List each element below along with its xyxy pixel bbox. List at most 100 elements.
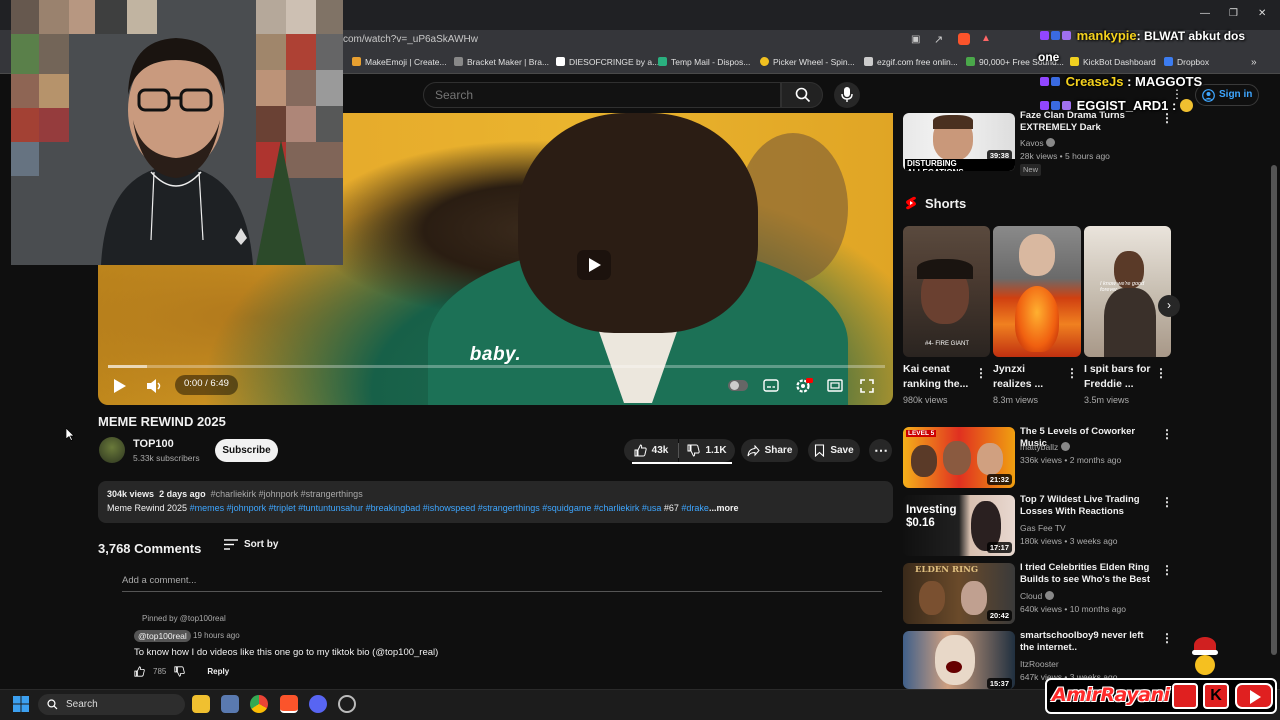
short-title[interactable]: Jynzxi realizes ...	[993, 362, 1063, 392]
play-icon[interactable]	[113, 378, 127, 394]
video-title[interactable]: Top 7 Wildest Live Trading Losses With R…	[1020, 494, 1160, 518]
chat-username: EGGIST_ARD1	[1076, 98, 1169, 113]
fullscreen-icon[interactable]	[860, 379, 874, 393]
short-thumbnail[interactable]: #4- FIRE GIANT	[903, 226, 990, 357]
short-title[interactable]: I spit bars for Freddie ...	[1084, 362, 1154, 392]
description-hashtags[interactable]: #memes #johnpork #triplet #tuntuntunsahu…	[190, 503, 662, 513]
video-title[interactable]: Faze Clan Drama Turns EXTREMELY Dark	[1020, 110, 1160, 134]
video-menu-icon[interactable]: ⋮	[1161, 111, 1173, 125]
captions-icon[interactable]	[763, 379, 779, 392]
file-explorer-icon[interactable]	[192, 695, 210, 713]
description-box[interactable]	[98, 481, 893, 523]
description-hashtag[interactable]: #drake	[681, 503, 709, 513]
save-button[interactable]: Save	[808, 439, 860, 462]
brave-shield-icon[interactable]	[958, 33, 970, 45]
url-text[interactable]: com/watch?v=_uP6aSkAWHw	[343, 34, 478, 45]
bookmarks-overflow-icon[interactable]: »	[1251, 57, 1257, 68]
video-thumbnail[interactable]: LEVEL 5 21:32	[903, 427, 1015, 488]
bookmark-item[interactable]: Temp Mail - Dispos...	[658, 57, 750, 67]
page-scrollbar[interactable]	[1271, 165, 1277, 655]
bookmark-item[interactable]: Dropbox	[1164, 57, 1209, 67]
comment-author[interactable]: @top100real	[134, 630, 191, 642]
add-comment-input[interactable]: Add a comment...	[122, 575, 882, 592]
video-thumbnail[interactable]: 15:37	[903, 631, 1015, 689]
short-menu-icon[interactable]: ⋮	[975, 366, 987, 380]
video-thumbnail[interactable]: DISTURBING ALLEGATIONS 39:38	[903, 113, 1015, 171]
emote-icon	[1179, 99, 1193, 112]
voice-search-button[interactable]	[834, 82, 860, 108]
channel-name[interactable]: Gas Fee TV	[1020, 522, 1066, 534]
top-hashtags[interactable]: #charliekirk #johnpork #strangerthings	[211, 489, 363, 499]
short-menu-icon[interactable]: ⋮	[1066, 366, 1078, 380]
bookmark-item[interactable]: MakeEmoji | Create...	[352, 57, 447, 67]
verified-icon	[1060, 442, 1070, 451]
taskbar-search[interactable]: Search	[38, 694, 185, 715]
settings-gear-icon[interactable]	[795, 377, 813, 395]
shorts-section-title: Shorts	[925, 196, 967, 211]
chat-text: :	[1172, 98, 1177, 113]
video-thumbnail[interactable]: ELDEN RING 20:42	[903, 563, 1015, 624]
search-input[interactable]	[435, 88, 735, 102]
short-menu-icon[interactable]: ⋮	[1155, 366, 1167, 380]
brave-browser-icon[interactable]	[280, 695, 298, 713]
buffer-fill	[108, 365, 147, 368]
share-button[interactable]: Share	[741, 439, 798, 462]
cast-icon[interactable]: ▣	[911, 34, 920, 45]
brave-rewards-icon[interactable]: ▲	[981, 33, 991, 44]
progress-bar[interactable]	[108, 365, 885, 368]
channel-name[interactable]: ItzRooster	[1020, 658, 1059, 670]
bookmark-item[interactable]: Picker Wheel - Spin...	[760, 57, 855, 67]
view-count: 304k views	[107, 489, 155, 499]
comment-like-icon[interactable]	[134, 666, 145, 677]
short-thumbnail[interactable]: I know we're good forever	[1084, 226, 1171, 357]
bookmark-item[interactable]: DIESOFCRINGE by a...	[556, 57, 659, 67]
video-title[interactable]: smartschoolboy9 never left the internet.…	[1020, 630, 1160, 654]
more-link[interactable]: ...more	[709, 503, 739, 513]
search-button[interactable]	[781, 82, 823, 108]
comment-dislike-icon[interactable]	[174, 666, 186, 677]
bookmark-item[interactable]: Bracket Maker | Bra...	[454, 57, 549, 67]
comment-actions: 785 Reply	[134, 666, 229, 677]
share-page-icon[interactable]: ↗	[934, 33, 943, 46]
video-thumbnail[interactable]: Investing $0.16 17:17	[903, 495, 1015, 556]
discord-icon[interactable]	[309, 695, 327, 713]
dislike-button[interactable]: 1.1K	[679, 439, 735, 462]
maximize-icon[interactable]: ❐	[1229, 8, 1238, 19]
channel-name[interactable]: Kavos	[1020, 137, 1055, 149]
comment-time[interactable]: 19 hours ago	[193, 631, 240, 640]
bookmark-item[interactable]: KickBot Dashboard	[1070, 57, 1156, 67]
like-button[interactable]: 43k	[624, 439, 678, 462]
obs-icon[interactable]	[338, 695, 356, 713]
channel-name[interactable]: Cloud	[1020, 590, 1054, 602]
minimize-icon[interactable]: —	[1200, 8, 1210, 19]
comment-like-count: 785	[153, 667, 167, 676]
subscribe-button[interactable]: Subscribe	[215, 439, 278, 462]
windows-start-icon[interactable]	[13, 696, 29, 712]
sign-in-button[interactable]: Sign in	[1195, 84, 1259, 106]
channel-name[interactable]: mattyballz	[1020, 441, 1070, 453]
short-title[interactable]: Kai cenat ranking the...	[903, 362, 973, 392]
play-overlay-icon[interactable]	[577, 250, 611, 280]
video-menu-icon[interactable]: ⋮	[1161, 631, 1173, 645]
close-window-icon[interactable]: ✕	[1258, 8, 1266, 19]
more-actions-button[interactable]: ⋯	[869, 439, 892, 462]
channel-avatar[interactable]	[99, 437, 125, 463]
chrome-icon[interactable]	[250, 695, 268, 713]
shorts-next-button[interactable]: ›	[1158, 295, 1180, 317]
volume-icon[interactable]	[146, 378, 164, 394]
video-meta: 28k views • 5 hours ago	[1020, 151, 1110, 161]
video-menu-icon[interactable]: ⋮	[1161, 495, 1173, 509]
video-title[interactable]: I tried Celebrities Elden Ring Builds to…	[1020, 562, 1160, 586]
sort-by-button[interactable]: Sort by	[224, 539, 278, 550]
autoplay-toggle[interactable]	[728, 380, 748, 391]
kick-logo-icon: K	[1203, 683, 1229, 709]
channel-name[interactable]: TOP100	[133, 438, 174, 450]
bookmark-item[interactable]: ezgif.com free onlin...	[864, 57, 958, 67]
short-thumbnail[interactable]	[993, 226, 1081, 357]
calculator-icon[interactable]	[221, 695, 239, 713]
theater-mode-icon[interactable]	[827, 379, 843, 392]
video-menu-icon[interactable]: ⋮	[1161, 427, 1173, 441]
reply-button[interactable]: Reply	[207, 667, 229, 676]
short-views: 8.3m views	[993, 395, 1039, 405]
video-menu-icon[interactable]: ⋮	[1161, 563, 1173, 577]
